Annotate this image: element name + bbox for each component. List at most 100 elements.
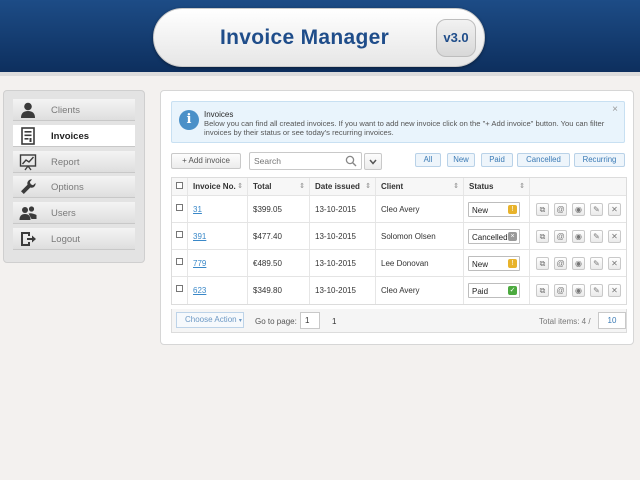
filter-all-button[interactable]: All [415,153,441,167]
total-cell: $477.40 [248,223,310,249]
delete-icon[interactable]: ✕ [608,203,621,216]
date-cell: 13-10-2015 [310,223,376,249]
copy-icon[interactable]: ⧉ [536,203,549,216]
choose-action-select[interactable]: Choose Action ▾ [176,312,244,328]
email-icon[interactable]: @ [554,230,567,243]
delete-icon[interactable]: ✕ [608,257,621,270]
column-header-total[interactable]: Total ⇕ [248,178,310,195]
sidebar-item-label: Clients [51,105,81,116]
column-header-status[interactable]: Status ⇕ [464,178,530,195]
email-icon[interactable]: @ [554,203,567,216]
total-cell: $399.05 [248,196,310,222]
total-cell: $349.80 [248,277,310,304]
sidebar-item-invoices[interactable]: Invoices [13,124,135,147]
email-icon[interactable]: @ [554,284,567,297]
select-all-checkbox[interactable] [176,182,183,189]
info-icon: i [179,110,199,130]
actions-cell: ⧉ @ ◉ ✎ ✕ [530,277,628,304]
status-select[interactable]: Cancelled × [468,229,520,244]
status-select[interactable]: Paid ✓ [468,283,520,298]
sidebar-item-logout[interactable]: Logout [13,227,135,250]
filter-paid-button[interactable]: Paid [481,153,513,167]
row-checkbox[interactable] [176,285,183,292]
status-new-icon: ! [508,259,517,268]
sidebar-item-report[interactable]: Report [13,150,135,173]
edit-icon[interactable]: ✎ [590,284,603,297]
actions-cell: ⧉ @ ◉ ✎ ✕ [530,223,628,249]
table-row: 31 $399.05 13-10-2015 Cleo Avery New ! ⧉… [172,196,626,223]
sort-icon: ⇕ [519,183,525,190]
sidebar-item-clients[interactable]: Clients [13,99,135,121]
invoices-table: Invoice No. ⇕ Total ⇕ Date issued ⇕ Client ⇕… [171,177,627,305]
copy-icon[interactable]: ⧉ [536,230,549,243]
edit-icon[interactable]: ✎ [590,230,603,243]
view-icon[interactable]: ◉ [572,230,585,243]
copy-icon[interactable]: ⧉ [536,284,549,297]
info-title: Invoices [204,110,234,119]
row-select-cell [172,250,188,276]
select-all-cell [172,178,188,195]
invoice-no-cell: 391 [188,223,248,249]
sidebar-nav: Clients Invoices Report Options Users Lo… [3,90,145,263]
date-cell: 13-10-2015 [310,277,376,304]
chevron-down-icon [369,159,377,165]
filter-new-button[interactable]: New [447,153,475,167]
page-number-input[interactable]: 1 [300,312,320,329]
sidebar-item-options[interactable]: Options [13,176,135,199]
invoice-link[interactable]: 31 [193,205,202,214]
edit-icon[interactable]: ✎ [590,203,603,216]
app-title: Invoice Manager [220,26,390,49]
invoice-link[interactable]: 779 [193,259,206,268]
date-cell: 13-10-2015 [310,196,376,222]
close-icon[interactable]: × [612,104,618,115]
search-box [249,152,362,170]
invoice-no-cell: 779 [188,250,248,276]
status-cell: Paid ✓ [464,277,530,304]
client-cell: Cleo Avery [376,196,464,222]
add-invoice-button[interactable]: + Add invoice [171,153,241,169]
row-checkbox[interactable] [176,204,183,211]
client-cell: Lee Donovan [376,250,464,276]
header-shadow [0,72,640,76]
invoice-no-cell: 31 [188,196,248,222]
column-header-invoice-no[interactable]: Invoice No. ⇕ [188,178,248,195]
sidebar-item-label: Options [51,182,84,194]
row-checkbox[interactable] [176,258,183,265]
delete-icon[interactable]: ✕ [608,284,621,297]
sidebar-item-label: Logout [51,233,81,245]
row-select-cell [172,223,188,249]
column-header-date-issued[interactable]: Date issued ⇕ [310,178,376,195]
status-paid-icon: ✓ [508,286,517,295]
page-link[interactable]: 1 [332,317,336,326]
row-select-cell [172,196,188,222]
edit-icon[interactable]: ✎ [590,257,603,270]
view-icon[interactable]: ◉ [572,257,585,270]
table-header-row: Invoice No. ⇕ Total ⇕ Date issued ⇕ Client ⇕… [172,178,626,196]
status-select[interactable]: New ! [468,256,520,271]
search-dropdown-button[interactable] [364,153,382,170]
column-header-client[interactable]: Client ⇕ [376,178,464,195]
date-cell: 13-10-2015 [310,250,376,276]
delete-icon[interactable]: ✕ [608,230,621,243]
invoice-link[interactable]: 623 [193,286,206,295]
view-icon[interactable]: ◉ [572,284,585,297]
status-select[interactable]: New ! [468,202,520,217]
sidebar-item-label: Users [51,208,76,220]
sidebar-item-label: Report [51,156,80,168]
email-icon[interactable]: @ [554,257,567,270]
invoice-link[interactable]: 391 [193,232,206,241]
items-per-page-select[interactable]: 10 [598,312,626,329]
wrench-icon [21,179,36,195]
sort-icon: ⇕ [365,183,371,190]
logout-icon [21,231,36,246]
row-checkbox[interactable] [176,231,183,238]
search-input[interactable] [254,154,344,168]
filter-cancelled-button[interactable]: Cancelled [517,153,570,167]
view-icon[interactable]: ◉ [572,203,585,216]
user-icon [21,102,35,118]
copy-icon[interactable]: ⧉ [536,257,549,270]
search-icon[interactable] [345,155,357,167]
column-header-actions [530,178,628,195]
filter-recurring-button[interactable]: Recurring [574,153,625,167]
sidebar-item-users[interactable]: Users [13,202,135,225]
